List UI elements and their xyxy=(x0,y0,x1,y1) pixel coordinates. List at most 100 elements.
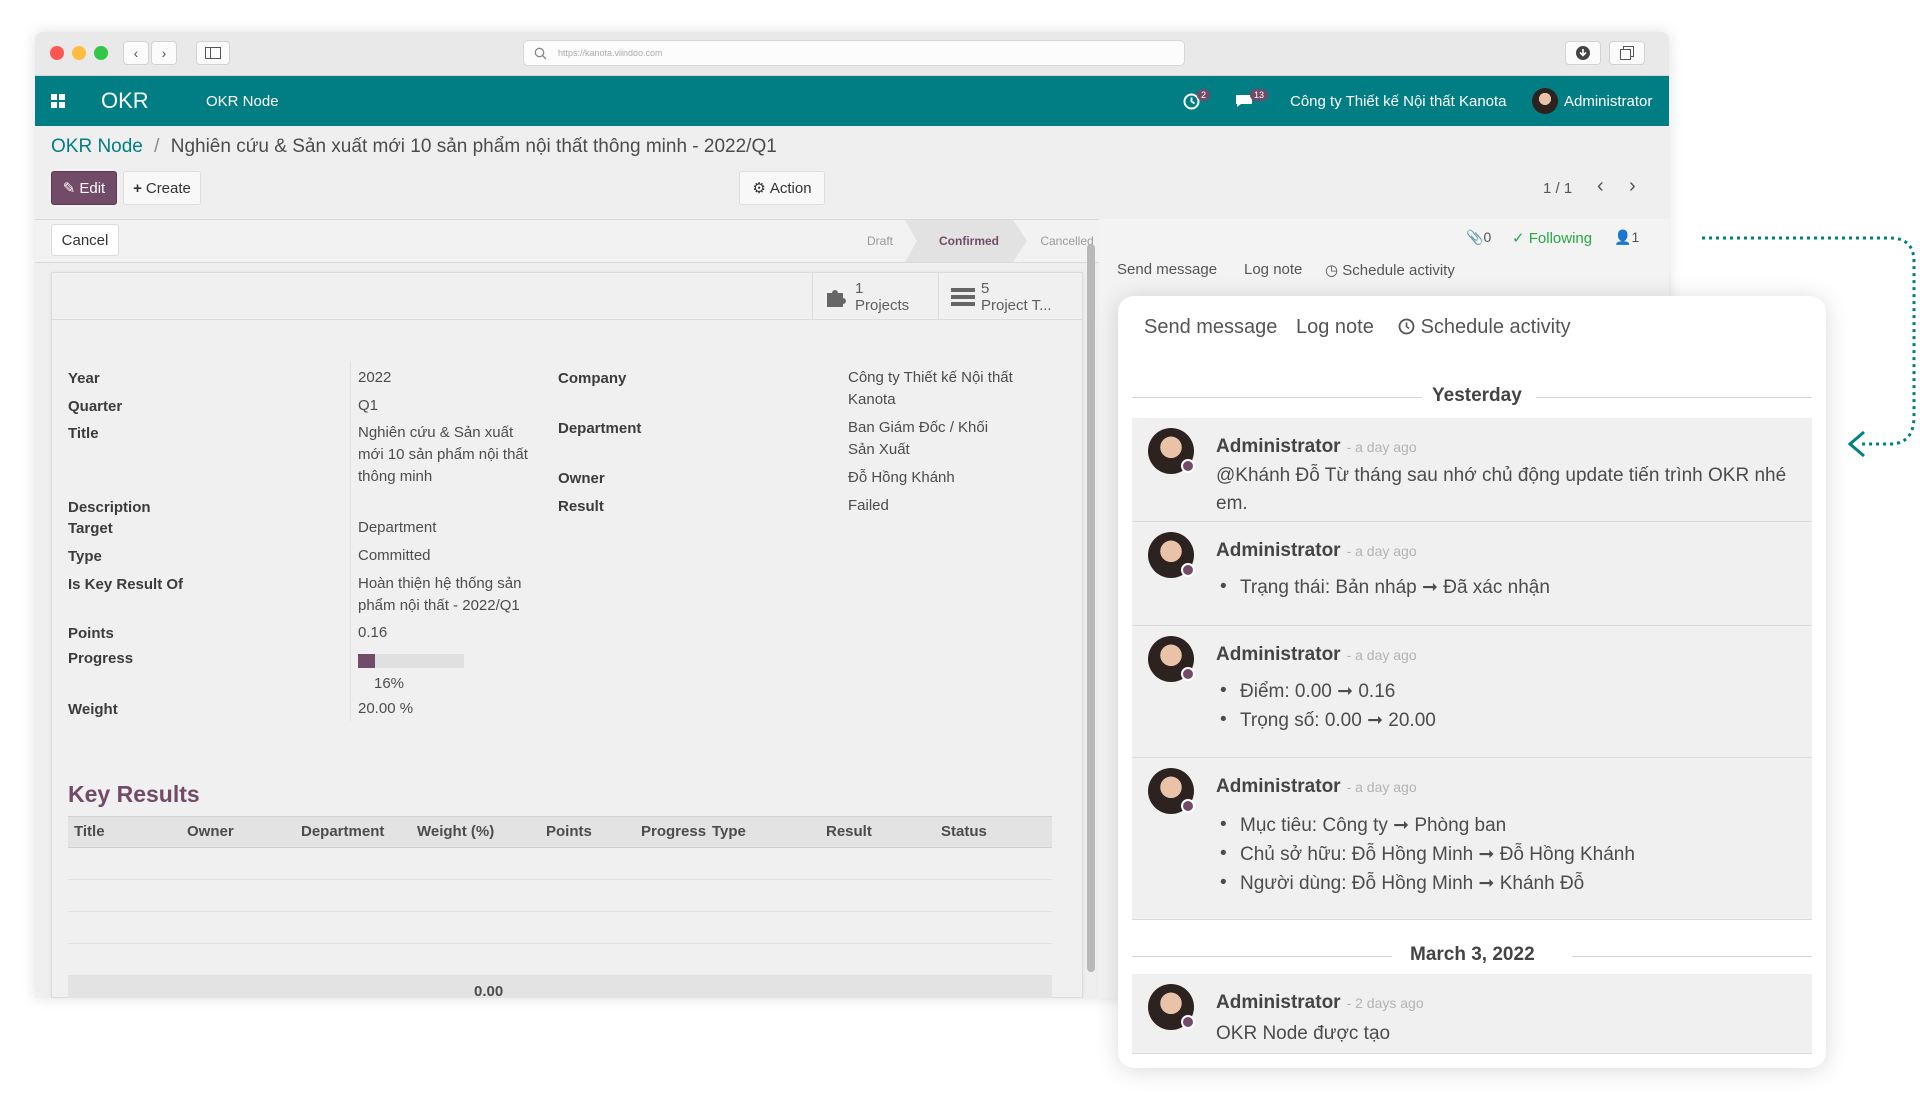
message-author: Administrator - 2 days ago xyxy=(1216,992,1424,1013)
forward-button[interactable]: › xyxy=(151,41,177,65)
scrollbar-thumb[interactable] xyxy=(1087,244,1095,972)
target-value: Department xyxy=(358,519,437,536)
sidebar-toggle-button[interactable] xyxy=(196,41,230,65)
stage-draft[interactable]: Draft xyxy=(850,220,910,262)
column-progress[interactable]: Progress xyxy=(641,817,706,847)
user-name: Administrator xyxy=(1564,92,1653,110)
chatter-message: Administrator- a day ago Mục tiêu: Công … xyxy=(1132,758,1812,920)
column-title[interactable]: Title xyxy=(74,817,105,847)
check-icon: ✓ xyxy=(1512,230,1525,247)
column-divider xyxy=(350,361,351,721)
followers-button[interactable]: 👤1 xyxy=(1614,229,1639,246)
status-dot xyxy=(1181,799,1195,813)
column-points[interactable]: Points xyxy=(546,817,592,847)
cancel-button[interactable]: Cancel xyxy=(51,224,119,256)
following-label: Following xyxy=(1528,230,1593,247)
title-label: Title xyxy=(68,425,99,442)
pager-value[interactable]: 1 / 1 xyxy=(1543,180,1572,197)
address-bar[interactable]: https://kanota.viindoo.com xyxy=(523,40,1185,66)
action-button[interactable]: ⚙ Action xyxy=(739,171,825,205)
app-menu-button[interactable] xyxy=(51,76,65,126)
minimize-window-button[interactable] xyxy=(72,46,86,60)
weight-label: Weight xyxy=(68,701,118,718)
result-label: Result xyxy=(558,498,604,515)
pager-next-button[interactable]: › xyxy=(1629,175,1636,198)
browser-toolbar: ‹ › https://kanota.viindoo.com xyxy=(35,32,1669,76)
activities-menu[interactable]: 2 xyxy=(1183,76,1211,126)
points-label: Points xyxy=(68,625,114,642)
key-result-of-value[interactable]: Hoàn thiện hệ thống sản phẩm nội thất - … xyxy=(358,573,548,617)
tracking-change: Chủ sở hữu: Đỗ Hồng Minh ➞ Đỗ Hồng Khánh xyxy=(1220,843,1635,866)
message-author: Administrator - a day ago xyxy=(1216,776,1417,797)
log-note-tab[interactable]: Log note xyxy=(1244,261,1302,278)
projects-count: 1 xyxy=(855,280,864,297)
projects-smart-button[interactable]: 1 Projects xyxy=(812,273,938,319)
title-value: Nghiên cứu & Sản xuất mới 10 sản phẩm nộ… xyxy=(358,424,528,485)
action-label: Action xyxy=(769,179,812,197)
pager-previous-button[interactable]: ‹ xyxy=(1597,175,1604,198)
column-owner[interactable]: Owner xyxy=(187,817,234,847)
maximize-window-button[interactable] xyxy=(94,46,108,60)
attachments-count: 0 xyxy=(1483,229,1492,245)
edit-button[interactable]: ✎ Edit xyxy=(51,171,117,205)
column-weight[interactable]: Weight (%) xyxy=(417,817,494,847)
message-counter: 13 xyxy=(1250,89,1269,101)
schedule-activity-tab[interactable]: ◷ Schedule activity xyxy=(1325,261,1455,279)
column-type[interactable]: Type xyxy=(712,817,746,847)
breadcrumb: OKR Node / Nghiên cứu & Sản xuất mới 10 … xyxy=(51,136,777,158)
log-note-button[interactable]: Log note xyxy=(1296,316,1374,339)
chevron-left-icon: ‹ xyxy=(1597,175,1604,197)
year-label: Year xyxy=(68,370,100,387)
avatar xyxy=(1148,532,1195,578)
result-value: Failed xyxy=(848,497,889,514)
avatar xyxy=(1148,636,1195,682)
close-window-button[interactable] xyxy=(50,46,64,60)
company-value[interactable]: Công ty Thiết kế Nội thất Kanota xyxy=(848,367,1028,411)
user-menu[interactable]: Administrator xyxy=(1532,76,1652,126)
column-department[interactable]: Department xyxy=(301,817,384,847)
status-dot xyxy=(1181,1015,1195,1029)
create-button[interactable]: + Create xyxy=(123,171,201,205)
date-separator-line xyxy=(1132,397,1422,398)
send-message-tab[interactable]: Send message xyxy=(1117,261,1217,278)
download-button[interactable] xyxy=(1565,41,1601,65)
column-status[interactable]: Status xyxy=(941,817,987,847)
schedule-activity-button[interactable]: Schedule activity xyxy=(1398,316,1571,339)
grid-icon xyxy=(51,94,65,108)
app-name[interactable]: OKR xyxy=(101,76,149,126)
column-result[interactable]: Result xyxy=(826,817,872,847)
owner-value[interactable]: Đỗ Hồng Khánh xyxy=(848,467,955,489)
status-dot xyxy=(1181,667,1195,681)
breadcrumb-parent[interactable]: OKR Node xyxy=(51,136,143,157)
menu-okr-node[interactable]: OKR Node xyxy=(206,76,279,126)
download-icon xyxy=(1576,46,1590,60)
user-icon: 👤 xyxy=(1614,229,1632,245)
back-button[interactable]: ‹ xyxy=(123,41,149,65)
form-sheet: 1 Projects 5 Project T... Year 2022 Quar… xyxy=(51,272,1083,998)
pencil-icon: ✎ xyxy=(62,180,76,197)
message-time: - a day ago xyxy=(1346,779,1417,795)
messaging-menu[interactable]: 13 xyxy=(1235,76,1269,126)
message-author: Administrator - a day ago xyxy=(1216,644,1417,665)
table-row xyxy=(68,880,1052,912)
following-button[interactable]: ✓ Following xyxy=(1512,229,1592,247)
send-message-button[interactable]: Send message xyxy=(1144,316,1277,339)
user-avatar xyxy=(1532,88,1558,114)
key-result-of-label: Is Key Result Of xyxy=(68,576,184,593)
tracking-change: Điểm: 0.00 ➞ 0.16 xyxy=(1220,680,1395,703)
gear-icon: ⚙ xyxy=(752,180,766,197)
project-tasks-smart-button[interactable]: 5 Project T... xyxy=(938,273,1064,319)
attachments-counter[interactable]: 📎0 xyxy=(1466,229,1491,246)
tasks-icon xyxy=(951,288,975,306)
form-scrollbar[interactable] xyxy=(1084,232,1098,998)
stage-confirmed[interactable]: Confirmed xyxy=(917,220,1021,262)
date-separator-line xyxy=(1132,956,1392,957)
message-time: - a day ago xyxy=(1346,543,1417,559)
status-dot xyxy=(1181,563,1195,577)
status-row: Cancel Draft Confirmed Cancelled xyxy=(35,219,1099,263)
tabs-overview-button[interactable] xyxy=(1609,41,1645,65)
message-body: OKR Node được tạo xyxy=(1216,1023,1391,1044)
chatter-message: Administrator- a day ago Trạng thái: Bản… xyxy=(1132,522,1812,626)
company-switcher[interactable]: Công ty Thiết kế Nội thất Kanota xyxy=(1290,76,1507,126)
department-value[interactable]: Ban Giám Đốc / Khối Sản Xuất xyxy=(848,417,1008,461)
